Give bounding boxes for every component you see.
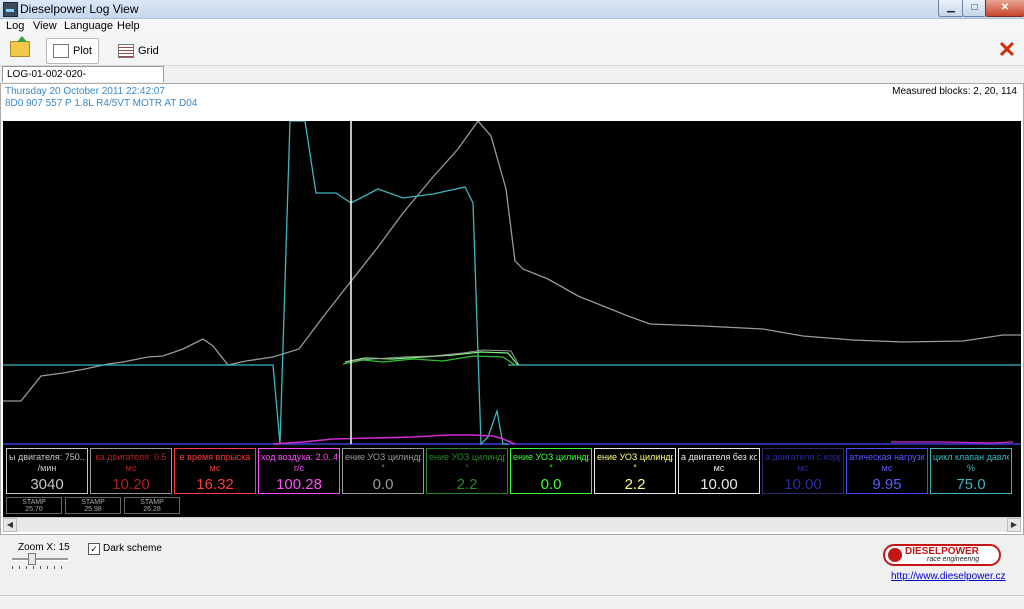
toolbar: Plot Grid ✕ — [0, 35, 1024, 66]
stamp-box: STAMP 25.70 — [6, 497, 62, 514]
channel-unit: мс — [881, 463, 893, 473]
channel-value: 2.2 — [456, 476, 478, 493]
close-log-icon[interactable]: ✕ — [996, 39, 1018, 61]
channel-readout: а двигателя с корр мс 10.00 — [762, 448, 844, 494]
zoom-slider-ticks — [12, 566, 68, 569]
plot-icon — [53, 44, 69, 59]
channel-readout: ение УОЗ цилиндр ° 2.2 — [426, 448, 508, 494]
logo-emblem-icon — [888, 548, 902, 562]
stamp-box: STAMP 25.98 — [65, 497, 121, 514]
dark-scheme-label: Dark scheme — [103, 543, 162, 554]
channel-unit: ° — [633, 463, 637, 473]
channel-name: ение УОЗ цилиндр — [513, 452, 589, 462]
channel-name: ение УОЗ цилиндр — [345, 452, 421, 462]
channel-name: е время впрыска — [179, 452, 251, 462]
app-icon — [3, 2, 18, 17]
channel-value: 16.32 — [196, 476, 234, 493]
channel-value: 100.28 — [276, 476, 322, 493]
ecu-info: 8D0 907 557 P 1.8L R4/5VT MOTR AT D04 — [5, 98, 198, 109]
stamp-box: STAMP 26.28 — [124, 497, 180, 514]
log-date: Thursday 20 October 2011 22:42:07 — [5, 86, 165, 97]
channel-value: 10.20 — [112, 476, 150, 493]
channel-name: а двигателя с корр — [765, 452, 841, 462]
channel-readout: ение УОЗ цилиндр ° 0.0 — [510, 448, 592, 494]
zoom-slider-track[interactable] — [12, 558, 68, 561]
channel-name: атическая нагрузк — [849, 452, 925, 462]
grid-icon — [118, 44, 134, 59]
channel-name: ение УОЗ цилиндр — [597, 452, 673, 462]
channel-readout: ход воздуха: 2.0..4. г/с 100.28 — [258, 448, 340, 494]
zoom-slider-thumb[interactable] — [28, 553, 36, 565]
zoom-label: Zoom X: 15 — [18, 542, 70, 553]
measured-blocks: Measured blocks: 2, 20, 114 — [892, 86, 1017, 97]
channel-unit: ° — [549, 463, 553, 473]
title-bar: Dieselpower Log View ▁ □ ✕ — [0, 0, 1024, 19]
valve-trace — [3, 121, 508, 446]
channel-name: ка двигателя: 0.5 — [95, 452, 167, 462]
channel-name: ение УОЗ цилиндр — [429, 452, 505, 462]
menu-log[interactable]: Log — [6, 20, 24, 32]
channel-value: 9.95 — [872, 476, 902, 493]
channel-name: ход воздуха: 2.0..4. — [261, 452, 337, 462]
channel-readout: е время впрыска мс 16.32 — [174, 448, 256, 494]
menu-bar: Log View Language Help — [0, 19, 1024, 35]
channel-readout: ы двигателя: 750..8/мин 3040 — [6, 448, 88, 494]
channel-unit: % — [966, 463, 975, 473]
channel-readout: цикл клапан давле% 75.0 — [930, 448, 1012, 494]
channel-unit: /мин — [37, 463, 57, 473]
channel-value: 10.00 — [784, 476, 822, 493]
open-folder-icon[interactable] — [10, 36, 30, 57]
channel-readout: ение УОЗ цилиндр ° 0.0 — [342, 448, 424, 494]
channel-readout: ка двигателя: 0.5 мс 10.20 — [90, 448, 172, 494]
airmass-trace — [272, 434, 516, 445]
channel-value: 2.2 — [624, 476, 646, 493]
channel-readout: а двигателя без ко мс 10.00 — [678, 448, 760, 494]
rpm-trace — [3, 121, 1021, 402]
bottom-panel: Zoom X: 15 ✓ Dark scheme DIESELPOWER rac… — [0, 535, 1024, 595]
channel-value: 0.0 — [540, 476, 562, 493]
channel-readout: ение УОЗ цилиндр ° 2.2 — [594, 448, 676, 494]
close-window-button[interactable]: ✕ — [985, 0, 1024, 17]
channel-value: 10.00 — [700, 476, 738, 493]
dieselpower-logo: DIESELPOWER race engineering — [883, 544, 1001, 566]
menu-view[interactable]: View — [33, 20, 57, 32]
tab-strip: LOG-01-002-020-114_20octwithall1.CSV — [0, 66, 1024, 96]
website-link[interactable]: http://www.dieselpower.cz — [891, 571, 1006, 582]
window-title: Dieselpower Log View — [20, 2, 139, 16]
channel-unit: мс — [713, 463, 725, 473]
channel-readout: атическая нагрузк мс 9.95 — [846, 448, 928, 494]
maximize-button[interactable]: □ — [962, 0, 987, 17]
airmass-trace-right — [891, 441, 1014, 444]
timing-trace-green — [342, 355, 516, 366]
horizontal-scrollbar[interactable]: ◀ ▶ — [3, 517, 1021, 532]
channel-unit: мс — [797, 463, 809, 473]
timing-trace-lime — [344, 351, 519, 366]
tab-log-file[interactable]: LOG-01-002-020-114_20octwithall1.CSV — [2, 66, 164, 96]
channel-value: 3040 — [30, 476, 64, 493]
channel-unit: ° — [381, 463, 385, 473]
channel-unit: г/с — [293, 463, 305, 473]
menu-help[interactable]: Help — [117, 20, 140, 32]
minimize-button[interactable]: ▁ — [938, 0, 964, 17]
channel-unit: мс — [209, 463, 221, 473]
plot-button[interactable]: Plot — [46, 38, 99, 64]
status-bar — [0, 595, 1024, 609]
menu-language[interactable]: Language — [64, 20, 113, 32]
channel-value: 0.0 — [372, 476, 394, 493]
scroll-left-icon[interactable]: ◀ — [3, 518, 17, 532]
channel-value: 75.0 — [956, 476, 986, 493]
channel-unit: ° — [465, 463, 469, 473]
channel-unit: мс — [125, 463, 137, 473]
scroll-right-icon[interactable]: ▶ — [1007, 518, 1021, 532]
dark-scheme-checkbox[interactable]: ✓ — [88, 543, 100, 555]
plot-area[interactable]: ы двигателя: 750..8/мин 3040 ка двигателя:… — [3, 121, 1021, 517]
channel-name: цикл клапан давле — [933, 452, 1009, 462]
channel-name: а двигателя без ко — [681, 452, 757, 462]
grid-button[interactable]: Grid — [111, 38, 166, 64]
channel-name: ы двигателя: 750..8 — [9, 452, 85, 462]
